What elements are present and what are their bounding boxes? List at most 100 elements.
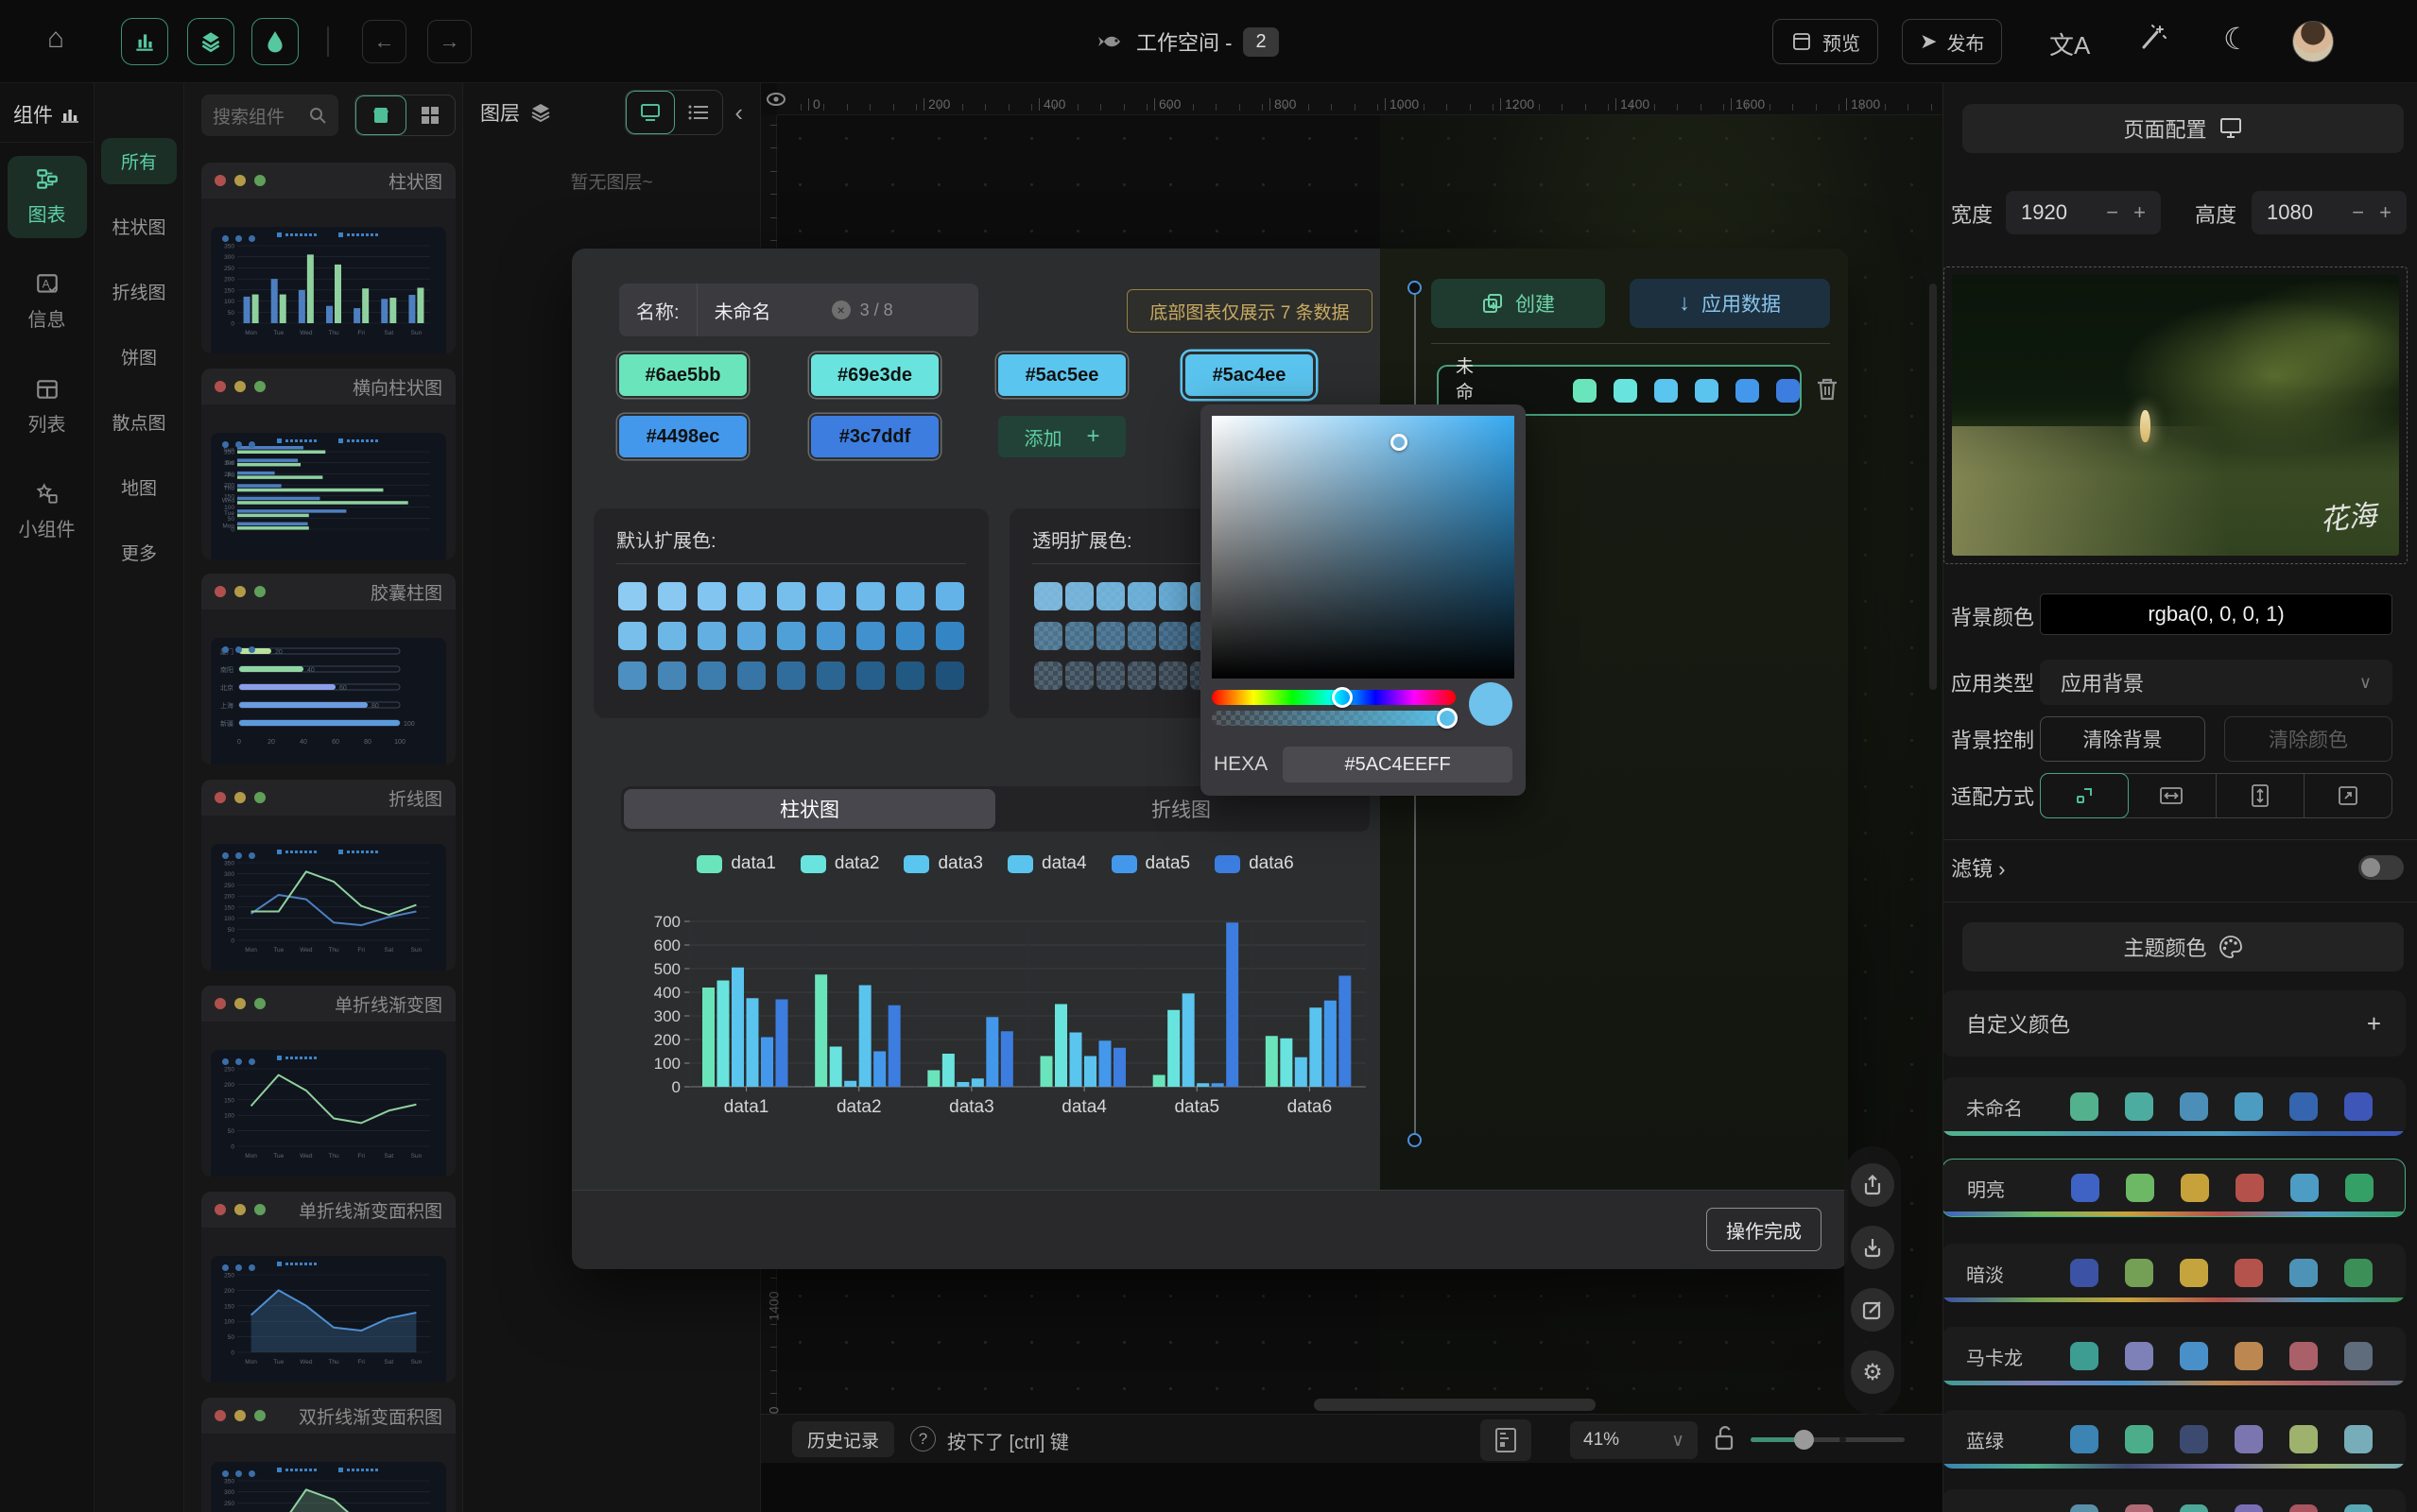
element-color-swatch[interactable]: [1695, 379, 1718, 403]
clear-color-button[interactable]: 清除颜色: [2224, 716, 2392, 762]
extension-swatch[interactable]: [896, 622, 924, 650]
color-chip[interactable]: #69e3de: [811, 354, 939, 396]
component-card[interactable]: 双折线渐变面积图050100150200250300350MonTueWedTh…: [201, 1398, 456, 1512]
alpha-extension-swatch[interactable]: [1128, 622, 1156, 650]
guide-handle-bottom[interactable]: [1407, 1133, 1422, 1147]
legend-item[interactable]: data3: [904, 853, 983, 874]
alpha-extension-swatch[interactable]: [1128, 582, 1156, 610]
element-color-swatch[interactable]: [1573, 379, 1597, 403]
alpha-handle[interactable]: [1437, 708, 1458, 729]
alpha-extension-swatch[interactable]: [1034, 622, 1062, 650]
layer-view-list[interactable]: [675, 91, 722, 134]
extension-swatch[interactable]: [896, 582, 924, 610]
view-toggle-box[interactable]: [355, 95, 406, 135]
extension-swatch[interactable]: [658, 622, 686, 650]
plus-icon[interactable]: +: [2379, 200, 2391, 225]
collapse-chevron-icon[interactable]: ‹: [734, 98, 743, 128]
extension-swatch[interactable]: [817, 662, 845, 690]
fit-height-button[interactable]: [2217, 774, 2305, 817]
extension-swatch[interactable]: [618, 662, 647, 690]
extension-swatch[interactable]: [777, 662, 805, 690]
theme-row-1[interactable]: 未命名: [1942, 1077, 2406, 1136]
extension-swatch[interactable]: [737, 582, 766, 610]
tab-bar[interactable]: 柱状图: [624, 789, 995, 829]
extension-swatch[interactable]: [777, 622, 805, 650]
alpha-extension-swatch[interactable]: [1096, 662, 1125, 690]
theme-color-header[interactable]: 主题颜色: [1962, 922, 2404, 971]
theme-mode-button[interactable]: [251, 18, 299, 65]
color-chip[interactable]: #4498ec: [619, 416, 747, 457]
clear-background-button[interactable]: 清除背景: [2040, 716, 2205, 762]
custom-color-row[interactable]: 自定义颜色 +: [1942, 990, 2406, 1057]
alpha-extension-swatch[interactable]: [1128, 662, 1156, 690]
zoom-slider[interactable]: [1751, 1437, 1905, 1442]
extension-swatch[interactable]: [856, 582, 885, 610]
settings-button[interactable]: ⚙: [1851, 1350, 1894, 1394]
category-1[interactable]: 所有: [101, 138, 177, 184]
help-icon[interactable]: ?: [910, 1426, 936, 1452]
element-color-swatch[interactable]: [1654, 379, 1678, 403]
hue-handle[interactable]: [1332, 687, 1353, 708]
apply-type-select[interactable]: 应用背景 ∨: [2040, 660, 2392, 705]
component-card[interactable]: 胶囊柱图厦门20南阳40北京60上海80新疆100020406080100: [201, 574, 456, 765]
element-color-swatch[interactable]: [1614, 379, 1637, 403]
filter-toggle[interactable]: [2358, 855, 2404, 880]
page-config-header[interactable]: 页面配置: [1962, 104, 2404, 153]
vertical-scrollbar[interactable]: [1929, 284, 1937, 690]
alpha-extension-swatch[interactable]: [1065, 622, 1094, 650]
workspace-badge[interactable]: 2: [1243, 27, 1278, 57]
theme-row-5[interactable]: 蓝绿: [1942, 1410, 2406, 1469]
fit-width-button[interactable]: [2128, 774, 2216, 817]
extension-swatch[interactable]: [698, 662, 726, 690]
create-button[interactable]: 创建: [1431, 279, 1605, 328]
name-input[interactable]: 名称: 未命名 × 3 / 8: [619, 284, 978, 336]
avatar[interactable]: [2292, 21, 2334, 62]
legend-item[interactable]: data2: [801, 853, 880, 874]
zoom-slider-knob[interactable]: [1794, 1430, 1814, 1450]
extension-swatch[interactable]: [737, 622, 766, 650]
legend-item[interactable]: data6: [1215, 853, 1294, 874]
extension-swatch[interactable]: [698, 622, 726, 650]
import-button[interactable]: [1851, 1226, 1894, 1269]
alpha-extension-swatch[interactable]: [1034, 662, 1062, 690]
sidebar-item-2[interactable]: A信息: [8, 261, 87, 343]
extension-swatch[interactable]: [817, 622, 845, 650]
alpha-slider[interactable]: [1212, 711, 1456, 726]
legend-item[interactable]: data1: [697, 853, 776, 874]
lock-icon[interactable]: [1713, 1424, 1735, 1452]
extension-swatch[interactable]: [737, 662, 766, 690]
extension-swatch[interactable]: [936, 622, 964, 650]
undo-button[interactable]: ←: [362, 20, 406, 63]
background-image-preview[interactable]: 花海: [1943, 266, 2408, 564]
category-6[interactable]: 地图: [101, 464, 177, 510]
magic-wand-icon[interactable]: [2134, 21, 2168, 55]
eye-icon[interactable]: [764, 88, 788, 111]
theme-row-4[interactable]: 马卡龙: [1942, 1327, 2406, 1385]
alpha-extension-swatch[interactable]: [1159, 582, 1187, 610]
alpha-extension-swatch[interactable]: [1065, 662, 1094, 690]
color-chip[interactable]: #5ac4ee: [1185, 354, 1313, 396]
category-2[interactable]: 柱状图: [101, 203, 177, 249]
trash-icon[interactable]: [1815, 376, 1839, 403]
search-input[interactable]: 搜索组件: [201, 94, 338, 136]
plus-icon[interactable]: +: [2367, 1009, 2381, 1039]
extension-swatch[interactable]: [856, 662, 885, 690]
layer-view-canvas[interactable]: [626, 91, 675, 134]
horizontal-scrollbar[interactable]: [1314, 1399, 1596, 1411]
preview-button[interactable]: 预览: [1772, 19, 1878, 64]
extension-swatch[interactable]: [658, 662, 686, 690]
guide-handle-top[interactable]: [1407, 281, 1422, 295]
extension-swatch[interactable]: [817, 582, 845, 610]
element-color-swatch[interactable]: [1735, 379, 1759, 403]
edit-button[interactable]: [1851, 1288, 1894, 1332]
extension-swatch[interactable]: [856, 622, 885, 650]
sidebar-item-4[interactable]: 小组件: [8, 471, 87, 553]
saturation-handle[interactable]: [1390, 434, 1407, 451]
redo-button[interactable]: →: [427, 20, 472, 63]
extension-swatch[interactable]: [618, 622, 647, 650]
category-3[interactable]: 折线图: [101, 268, 177, 315]
minus-icon[interactable]: −: [2352, 200, 2364, 225]
width-stepper[interactable]: 1920 −+: [2006, 191, 2161, 234]
color-chip[interactable]: #6ae5bb: [619, 354, 747, 396]
color-chip[interactable]: #5ac5ee: [998, 354, 1126, 396]
